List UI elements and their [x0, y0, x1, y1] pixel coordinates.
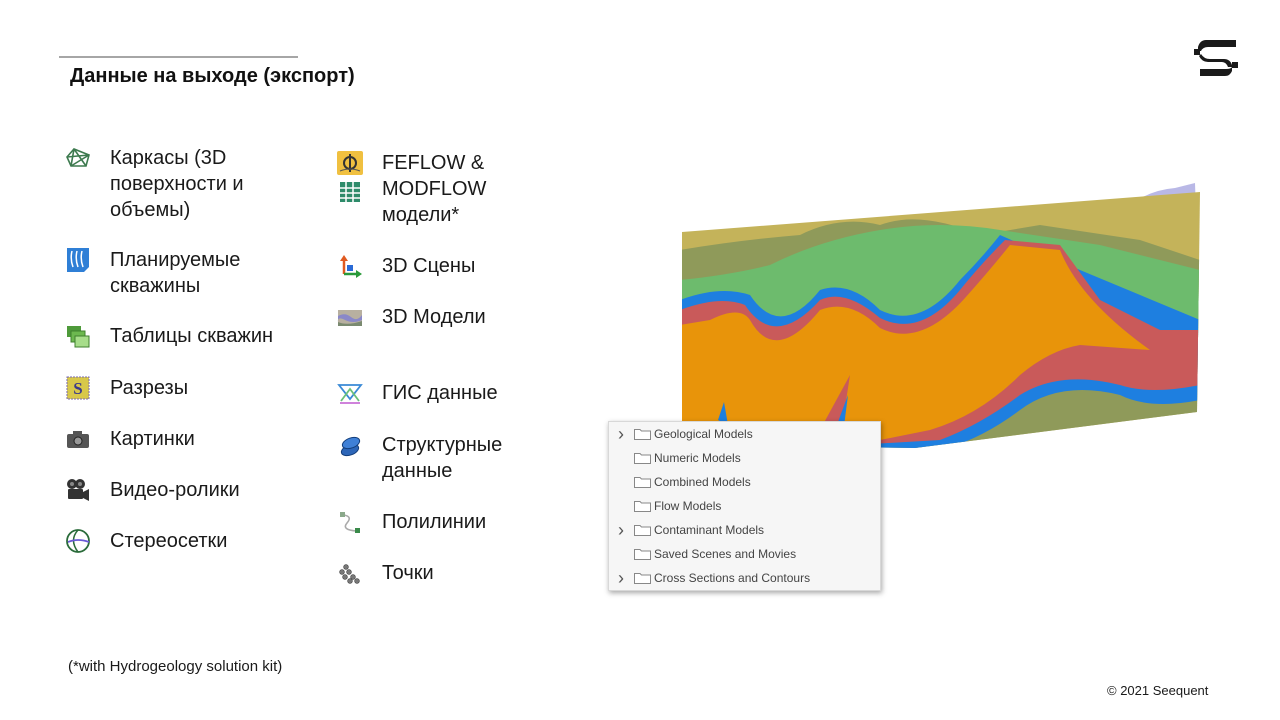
list-item-label: Стереосетки [110, 530, 228, 552]
geological-model-3d-image [682, 183, 1200, 448]
list-item-pictures: Картинки [64, 426, 195, 453]
page-title: Данные на выходе (экспорт) [70, 65, 355, 87]
list-item-wireframes: Каркасы (3D поверхности и объемы) [64, 145, 244, 223]
tree-item-label: Cross Sections and Contours [654, 571, 811, 585]
camera-icon [64, 425, 92, 453]
structural-data-icon [336, 432, 364, 460]
polyline-icon [336, 509, 364, 537]
list-item-label: Точки [382, 562, 434, 584]
svg-text:S: S [73, 379, 82, 398]
list-item-label: Полилинии [382, 511, 487, 533]
tree-item-label: Combined Models [654, 475, 751, 489]
footnote: (*with Hydrogeology solution kit) [68, 658, 283, 675]
list-item-label: Каркасы (3D поверхности и объемы) [110, 147, 244, 221]
list-item-label: Структурные данные [382, 434, 503, 482]
tree-item[interactable]: Flow Models [609, 494, 880, 518]
list-item-label: 3D Сцены [382, 255, 476, 277]
feflow-modflow-icon [336, 150, 364, 204]
video-camera-icon [64, 476, 92, 504]
list-item-label: 3D Модели [382, 306, 486, 328]
gis-data-icon [336, 380, 364, 408]
copyright: © 2021 Seequent [1107, 683, 1209, 698]
chevron-right-icon[interactable]: › [616, 422, 626, 446]
list-item-gis-data: ГИС данные [336, 380, 498, 408]
list-item-label: Таблицы скважин [110, 325, 274, 347]
folder-icon [634, 573, 651, 584]
tree-item-label: Geological Models [654, 427, 753, 441]
tree-item[interactable]: › Geological Models [609, 422, 880, 446]
list-item-label: Картинки [110, 428, 195, 450]
tree-item-label: Flow Models [654, 499, 722, 513]
list-item-planned-boreholes: Планируемые скважины [64, 247, 240, 299]
stereonet-icon [64, 527, 92, 555]
list-item-structural-data: Структурные данные [336, 432, 502, 484]
list-item-label: Видео-ролики [110, 479, 240, 501]
folder-icon [634, 453, 651, 464]
tree-item-label: Contaminant Models [654, 523, 765, 537]
list-item-label: ГИС данные [382, 382, 498, 404]
wireframe-icon [64, 144, 92, 172]
tree-item-label: Numeric Models [654, 451, 741, 465]
folder-icon [634, 549, 651, 560]
tree-item[interactable]: Saved Scenes and Movies [609, 542, 880, 566]
list-item-points: Точки [336, 560, 434, 588]
points-icon [336, 560, 364, 588]
chevron-right-icon[interactable]: › [616, 566, 626, 590]
list-item-videos: Видео-ролики [64, 477, 240, 504]
list-item-stereonets: Стереосетки [64, 528, 227, 555]
tree-item[interactable]: › Cross Sections and Contours [609, 566, 880, 590]
list-item-label: FEFLOW & MODFLOW модели* [382, 152, 487, 226]
chevron-right-icon[interactable]: › [616, 518, 626, 542]
folder-icon [634, 501, 651, 512]
tree-item[interactable]: Numeric Models [609, 446, 880, 470]
list-item-feflow-modflow: FEFLOW & MODFLOW модели* [336, 150, 486, 228]
project-tree-panel: › Geological Models Numeric Models Combined… [608, 421, 881, 591]
seequent-logo [1194, 40, 1238, 76]
tree-item[interactable]: Combined Models [609, 470, 880, 494]
folder-icon [634, 429, 651, 440]
title-rule [59, 56, 298, 58]
planned-boreholes-icon [64, 246, 92, 274]
tree-item-label: Saved Scenes and Movies [654, 547, 797, 561]
list-item-polylines: Полилинии [336, 509, 486, 537]
list-item-label: Планируемые скважины [110, 249, 241, 297]
folder-icon [634, 477, 651, 488]
folder-icon [634, 525, 651, 536]
tree-item[interactable]: › Contaminant Models [609, 518, 880, 542]
3d-model-icon [336, 304, 364, 332]
list-item-label: Разрезы [110, 377, 189, 399]
list-item-borehole-tables: Таблицы скважин [64, 323, 273, 350]
borehole-tables-icon [64, 322, 92, 350]
list-item-3d-models: 3D Модели [336, 304, 486, 332]
list-item-3d-scenes: 3D Сцены [336, 253, 475, 281]
list-item-cross-sections: S Разрезы [64, 375, 188, 402]
3d-scene-axes-icon [336, 253, 364, 281]
cross-sections-icon: S [64, 374, 92, 402]
